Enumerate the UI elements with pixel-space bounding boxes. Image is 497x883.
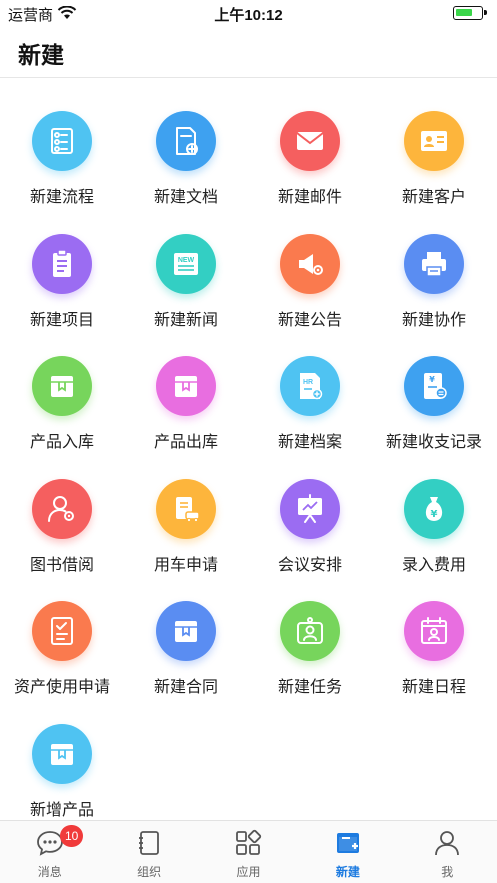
create-action-item[interactable]: 新建任务 [248,568,372,696]
create-action-item[interactable]: 资产使用申请 [0,568,124,696]
presentation-board-icon [280,478,340,539]
calendar-user-icon [404,601,464,661]
document-add-icon [156,111,216,171]
create-action-item[interactable]: 新建项目 [0,201,124,329]
svg-text:NEW: NEW [178,257,195,264]
notebook-icon [139,831,159,855]
checklist-icon [32,601,92,661]
tab-organization[interactable]: 组织 [99,821,198,883]
tab-label: 应用 [236,865,261,879]
megaphone-icon [280,233,340,294]
create-action-item[interactable]: 新建流程 [0,78,124,206]
tab-bar: 10 消息 组织 应用 新建 我 [0,820,497,883]
create-action-item[interactable]: 产品出库 [124,323,248,451]
svg-text:¥: ¥ [431,509,438,520]
create-action-item[interactable]: 会议安排 [248,446,372,574]
box-in-icon [32,356,92,416]
create-action-item[interactable]: 新建协作 [372,201,496,329]
create-action-item[interactable]: 用车申请 [124,446,248,574]
svg-text:HR: HR [303,379,313,386]
tab-me[interactable]: 我 [398,821,497,883]
battery-icon [453,6,487,20]
create-action-item[interactable]: ¥ 新建收支记录 [372,323,496,451]
user-gear-icon [32,478,92,539]
tab-label: 组织 [137,865,162,879]
ledger-icon: ¥ [404,356,464,416]
clock: 上午10:12 [214,7,283,24]
box-out-icon [156,356,216,416]
newspaper-icon: NEW [156,233,216,294]
tab-create[interactable]: 新建 [298,821,397,883]
clipboard-list-icon [32,233,92,294]
contract-box-icon [156,601,216,661]
status-bar: 运营商 上午10:12 [0,0,497,26]
create-action-item[interactable]: 产品入库 [0,323,124,451]
create-action-item[interactable]: 新建公告 [248,201,372,329]
create-action-item[interactable]: HR 新建档案 [248,323,372,451]
app-grid-icon [236,829,262,855]
create-action-item[interactable]: 新建客户 [372,78,496,206]
flowchart-icon [32,111,92,171]
tab-messages[interactable]: 10 消息 [0,821,99,883]
svg-text:¥: ¥ [429,375,435,384]
task-badge-icon [280,601,340,661]
person-icon [435,831,460,856]
create-action-label: 新建合同 [153,679,218,696]
contact-card-icon [404,111,464,171]
money-bag-icon: ¥ [404,478,464,539]
tab-label: 新建 [335,865,360,879]
tab-apps[interactable]: 应用 [199,821,298,883]
hr-file-icon: HR [280,356,340,416]
unread-badge: 10 [60,825,84,847]
create-action-grid: 新建流程 新建文档 新建邮件 新建客户新建项目 NEW 新建新闻 新建公告 新建协作产品入库产… [0,78,497,820]
create-action-item[interactable]: 新建日程 [372,568,496,696]
create-action-item[interactable]: 新增产品 [0,691,124,819]
create-action-item[interactable]: NEW 新建新闻 [124,201,248,329]
page-title: 新建 [18,42,64,68]
create-action-item[interactable]: ¥ 录入费用 [372,446,496,574]
create-action-item[interactable]: 新建文档 [124,78,248,206]
car-clipboard-icon [156,478,216,539]
battery-level [456,9,472,16]
tab-label: 我 [441,865,454,879]
create-action-item[interactable]: 新建邮件 [248,78,372,206]
create-action-label: 新增产品 [29,801,94,819]
create-action-item[interactable]: 新建合同 [124,568,248,696]
create-action-label: 新建日程 [401,679,466,696]
nav-bar: 新建 [0,26,497,78]
product-box-icon [32,723,92,784]
create-action-item[interactable]: 图书借阅 [0,446,124,574]
new-window-icon [336,833,359,853]
create-action-label: 新建任务 [277,679,342,696]
tab-label: 消息 [37,865,62,879]
printer-icon [404,233,464,294]
mail-icon [280,111,340,171]
